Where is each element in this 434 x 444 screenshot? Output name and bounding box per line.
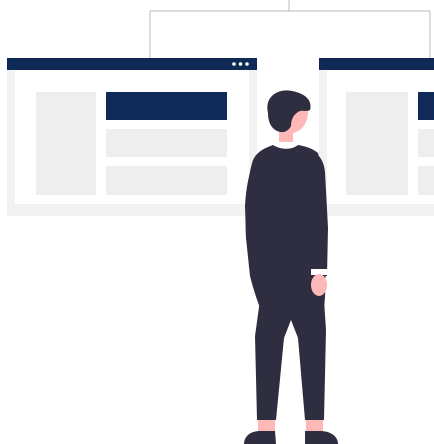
left-browser-window bbox=[7, 58, 257, 216]
left-text-placeholder-1 bbox=[106, 129, 227, 157]
person-pants bbox=[255, 300, 326, 420]
left-text-placeholder-2 bbox=[106, 166, 227, 195]
window-dot-icon bbox=[245, 62, 249, 66]
right-image-placeholder bbox=[346, 92, 408, 195]
website-wireframe-illustration bbox=[7, 0, 434, 444]
connector-lines bbox=[149, 0, 431, 58]
right-window-header-bar bbox=[319, 58, 434, 70]
left-highlight-block bbox=[106, 92, 227, 120]
window-dot-icon bbox=[238, 62, 243, 66]
person-left-shoe bbox=[244, 431, 276, 444]
right-highlight-block bbox=[418, 92, 434, 120]
left-image-placeholder bbox=[36, 92, 96, 195]
person-right-ankle bbox=[306, 420, 323, 432]
person-right-hand bbox=[311, 274, 327, 296]
right-text-placeholder-2 bbox=[418, 166, 434, 195]
right-text-placeholder-1 bbox=[418, 129, 434, 157]
left-window-header-bar bbox=[7, 58, 257, 70]
person-left-ankle bbox=[258, 420, 275, 432]
person-right-shoe bbox=[305, 431, 338, 444]
right-browser-window bbox=[319, 58, 434, 216]
window-dot-icon bbox=[232, 62, 236, 66]
